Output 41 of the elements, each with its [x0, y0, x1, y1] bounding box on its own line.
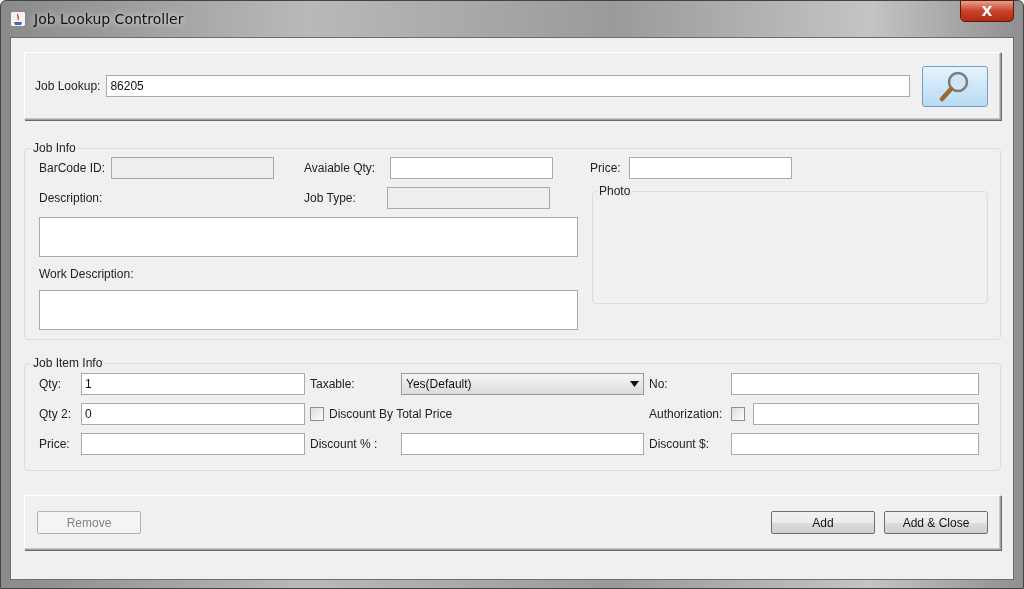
input-field[interactable]: 0 — [81, 403, 305, 425]
field-label: Authorization: — [649, 407, 724, 421]
field-label: Discount % : — [310, 437, 379, 451]
field-label: No: — [649, 377, 669, 391]
field-label: Qty: — [39, 377, 62, 391]
input-field[interactable] — [401, 433, 644, 455]
input-field[interactable] — [731, 433, 979, 455]
field-label: Job Lookup: — [35, 79, 101, 93]
field-label: Job Type: — [304, 191, 357, 205]
field-label: Description: — [39, 191, 104, 205]
field-label: Avaiable Qty: — [304, 161, 377, 175]
caret-icon — [630, 381, 639, 387]
text-area[interactable] — [39, 290, 578, 330]
field-label: Taxable: — [310, 377, 356, 391]
action-button[interactable]: Add & Close — [884, 511, 988, 534]
app-icon — [10, 11, 26, 27]
input-field[interactable] — [390, 157, 553, 179]
input-field[interactable]: 1 — [81, 373, 305, 395]
field-label: Qty 2: — [39, 407, 72, 421]
search-button[interactable] — [922, 65, 988, 107]
text-area[interactable] — [39, 217, 578, 257]
field-label: BarCode ID: — [39, 161, 107, 175]
field-label: Price: — [590, 161, 622, 175]
section-title: Photo — [598, 184, 632, 198]
action-button[interactable]: Add — [771, 511, 875, 534]
input-field[interactable] — [81, 433, 305, 455]
field-label: Discount $: — [649, 437, 711, 451]
input-field[interactable] — [629, 157, 792, 179]
field-label: Price: — [39, 437, 71, 451]
input-field[interactable] — [731, 373, 979, 395]
section-title: Job Item Info — [32, 356, 104, 370]
checkbox[interactable] — [310, 407, 324, 421]
checkbox-label: Discount By Total Price — [329, 407, 453, 421]
checkbox[interactable] — [731, 407, 745, 421]
dropdown[interactable]: Yes(Default) — [401, 373, 644, 395]
field-label: Work Description: — [39, 267, 135, 281]
section-title: Job Info — [32, 141, 77, 155]
close-button[interactable]: X — [960, 0, 1014, 22]
search-field[interactable]: 86205 — [106, 75, 910, 97]
input-field[interactable] — [753, 403, 979, 425]
window-title: Job Lookup Controller — [34, 11, 184, 27]
